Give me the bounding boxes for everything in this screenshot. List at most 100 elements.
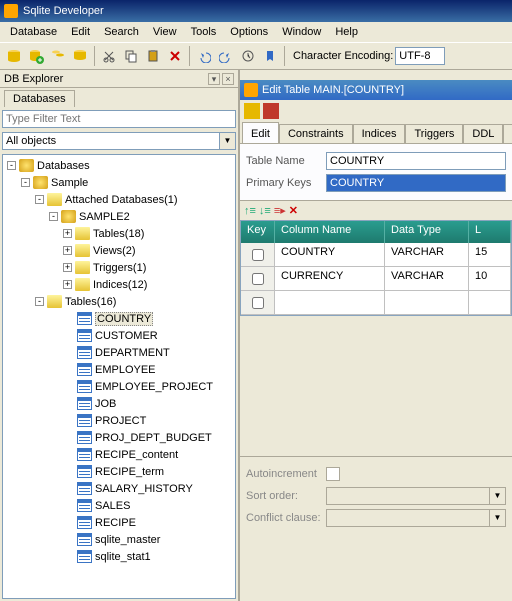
cell-column[interactable]: COUNTRY xyxy=(275,243,385,266)
db-icon[interactable] xyxy=(4,46,24,66)
tab-indices[interactable]: Indices xyxy=(353,124,406,143)
dropdown-icon[interactable]: ▼ xyxy=(489,510,505,526)
combo-dropdown-icon[interactable]: ▼ xyxy=(220,132,236,150)
tree-s2-indices[interactable]: Indices(12) xyxy=(93,279,147,291)
expand-icon[interactable]: + xyxy=(63,229,72,238)
table-icon xyxy=(77,482,92,495)
filter-input[interactable] xyxy=(2,110,236,128)
expand-icon[interactable]: - xyxy=(35,195,44,204)
key-checkbox[interactable] xyxy=(252,249,264,261)
encoding-input[interactable] xyxy=(395,47,445,65)
cell-type[interactable]: VARCHAR xyxy=(385,267,469,290)
tree-table[interactable]: PROJECT xyxy=(95,415,146,427)
databases-tab[interactable]: Databases xyxy=(4,90,75,107)
db-stack-icon[interactable] xyxy=(48,46,68,66)
menu-help[interactable]: Help xyxy=(329,24,364,40)
stop-icon[interactable] xyxy=(263,103,279,119)
tree-sample[interactable]: Sample xyxy=(51,177,88,189)
paste-icon[interactable] xyxy=(143,46,163,66)
close-icon[interactable]: × xyxy=(222,73,234,85)
objects-combo[interactable] xyxy=(2,132,220,150)
tree-databases[interactable]: Databases xyxy=(37,160,90,172)
move-icon[interactable]: ≡▸ xyxy=(274,204,286,217)
tree-table[interactable]: sqlite_master xyxy=(95,534,160,546)
grid-header-length[interactable]: L xyxy=(469,221,511,243)
tree-table-country[interactable]: COUNTRY xyxy=(95,312,153,326)
tree-s2-tables[interactable]: Tables(18) xyxy=(93,228,144,240)
bookmark-icon[interactable] xyxy=(260,46,280,66)
expand-icon[interactable]: - xyxy=(21,178,30,187)
autoincrement-checkbox[interactable] xyxy=(326,467,340,481)
key-checkbox[interactable] xyxy=(252,273,264,285)
table-icon xyxy=(77,312,92,325)
expand-icon[interactable]: + xyxy=(63,263,72,272)
tab-triggers[interactable]: Triggers xyxy=(405,124,463,143)
primary-keys-input[interactable] xyxy=(326,174,506,192)
db-add-icon[interactable] xyxy=(26,46,46,66)
tree-table[interactable]: sqlite_stat1 xyxy=(95,551,151,563)
remove-icon[interactable]: ✕ xyxy=(289,204,298,217)
key-checkbox[interactable] xyxy=(252,297,264,309)
delete-icon[interactable] xyxy=(165,46,185,66)
redo-icon[interactable] xyxy=(216,46,236,66)
sort-order-select[interactable]: ▼ xyxy=(326,487,506,505)
tab-constraints[interactable]: Constraints xyxy=(279,124,353,143)
db-open-icon[interactable] xyxy=(70,46,90,66)
menu-options[interactable]: Options xyxy=(224,24,274,40)
apply-icon[interactable] xyxy=(244,103,260,119)
sort-asc-icon[interactable]: ↑≡ xyxy=(244,205,256,217)
tab-edit[interactable]: Edit xyxy=(242,122,279,143)
conflict-clause-select[interactable]: ▼ xyxy=(326,509,506,527)
tree-s2-views[interactable]: Views(2) xyxy=(93,245,136,257)
tree-tables[interactable]: Tables(16) xyxy=(65,296,116,308)
dropdown-icon[interactable]: ▼ xyxy=(489,488,505,504)
tree-s2-triggers[interactable]: Triggers(1) xyxy=(93,262,146,274)
database-tree[interactable]: -Databases -Sample -Attached Databases(1… xyxy=(2,154,236,599)
cell-length[interactable]: 15 xyxy=(469,243,511,266)
cell-length[interactable]: 10 xyxy=(469,267,511,290)
undo-icon[interactable] xyxy=(194,46,214,66)
tab-ddl[interactable]: DDL xyxy=(463,124,503,143)
tree-table[interactable]: SALES xyxy=(95,500,130,512)
history-icon[interactable] xyxy=(238,46,258,66)
expand-icon[interactable]: - xyxy=(7,161,16,170)
grid-header-type[interactable]: Data Type xyxy=(385,221,469,243)
grid-row-empty[interactable] xyxy=(241,291,511,315)
menu-window[interactable]: Window xyxy=(276,24,327,40)
tree-table[interactable]: EMPLOYEE_PROJECT xyxy=(95,381,213,393)
tree-table[interactable]: EMPLOYEE xyxy=(95,364,156,376)
menu-edit[interactable]: Edit xyxy=(65,24,96,40)
grid-row[interactable]: COUNTRY VARCHAR 15 xyxy=(241,243,511,267)
expand-icon[interactable]: - xyxy=(49,212,58,221)
tree-table[interactable]: RECIPE xyxy=(95,517,136,529)
tree-table[interactable]: DEPARTMENT xyxy=(95,347,170,359)
tab-data[interactable]: Data xyxy=(503,124,512,143)
expand-icon[interactable]: - xyxy=(35,297,44,306)
databases-icon xyxy=(19,159,34,172)
cut-icon[interactable] xyxy=(99,46,119,66)
tree-table[interactable]: RECIPE_content xyxy=(95,449,178,461)
table-name-input[interactable] xyxy=(326,152,506,170)
tree-table[interactable]: RECIPE_term xyxy=(95,466,164,478)
sort-desc-icon[interactable]: ↓≡ xyxy=(259,205,271,217)
menu-search[interactable]: Search xyxy=(98,24,145,40)
cell-type[interactable]: VARCHAR xyxy=(385,243,469,266)
expand-icon[interactable]: + xyxy=(63,246,72,255)
tree-attached[interactable]: Attached Databases(1) xyxy=(65,194,178,206)
menu-database[interactable]: Database xyxy=(4,24,63,40)
grid-header-column[interactable]: Column Name xyxy=(275,221,385,243)
pin-icon[interactable]: ▾ xyxy=(208,73,220,85)
grid-header-key[interactable]: Key xyxy=(241,221,275,243)
menu-tools[interactable]: Tools xyxy=(185,24,223,40)
tree-table[interactable]: CUSTOMER xyxy=(95,330,158,342)
tree-table[interactable]: SALARY_HISTORY xyxy=(95,483,193,495)
tree-sample2[interactable]: SAMPLE2 xyxy=(79,211,130,223)
tree-table[interactable]: JOB xyxy=(95,398,116,410)
copy-icon[interactable] xyxy=(121,46,141,66)
expand-icon[interactable]: + xyxy=(63,280,72,289)
db-icon xyxy=(33,176,48,189)
tree-table[interactable]: PROJ_DEPT_BUDGET xyxy=(95,432,212,444)
cell-column[interactable]: CURRENCY xyxy=(275,267,385,290)
grid-row[interactable]: CURRENCY VARCHAR 10 xyxy=(241,267,511,291)
menu-view[interactable]: View xyxy=(147,24,183,40)
